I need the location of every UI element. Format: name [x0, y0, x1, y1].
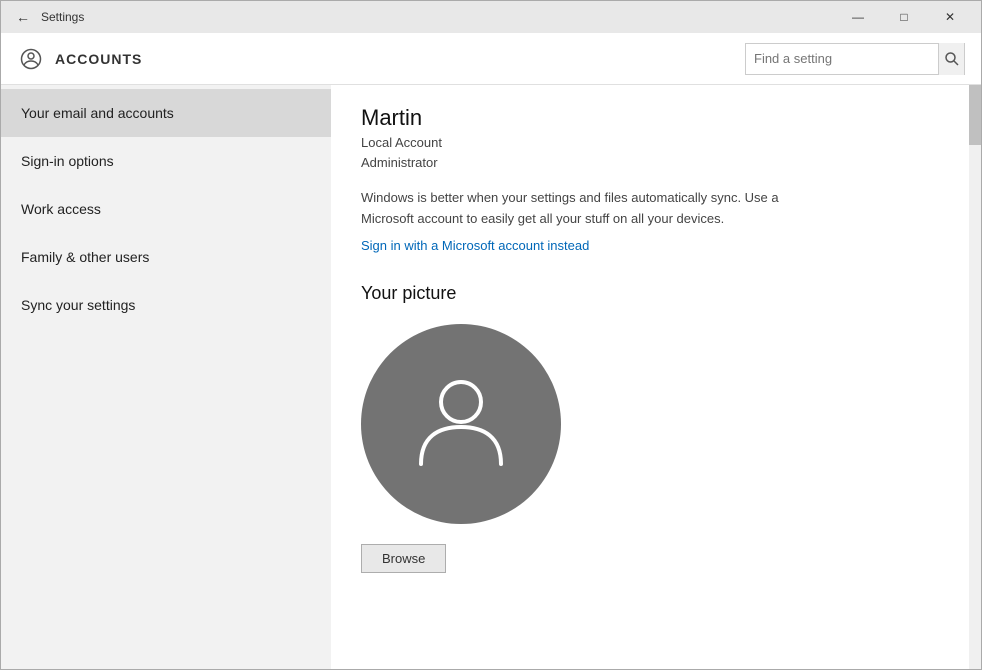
avatar	[361, 324, 561, 524]
window-title: Settings	[41, 10, 84, 24]
back-button[interactable]: ←	[9, 3, 37, 31]
settings-window: ← Settings — □ ✕ ACCOUNTS	[0, 0, 982, 670]
window-controls: — □ ✕	[835, 1, 973, 33]
sidebar-item-family-other-users[interactable]: Family & other users	[1, 233, 331, 281]
accounts-icon	[17, 45, 45, 73]
sidebar-item-email-accounts[interactable]: Your email and accounts	[1, 89, 331, 137]
sidebar: Your email and accounts Sign-in options …	[1, 85, 331, 669]
header-title: ACCOUNTS	[55, 51, 142, 67]
header-bar: ACCOUNTS	[1, 33, 981, 85]
maximize-button[interactable]: □	[881, 1, 927, 33]
scrollbar-track[interactable]	[969, 85, 981, 669]
browse-button[interactable]: Browse	[361, 544, 446, 573]
content-panel: Martin Local Account Administrator Windo…	[331, 85, 981, 669]
minimize-button[interactable]: —	[835, 1, 881, 33]
picture-section-title: Your picture	[361, 283, 951, 304]
user-name: Martin	[361, 105, 951, 131]
sync-message: Windows is better when your settings and…	[361, 188, 791, 230]
sidebar-item-sign-in-options[interactable]: Sign-in options	[1, 137, 331, 185]
scrollbar-thumb[interactable]	[969, 85, 981, 145]
search-box	[745, 43, 965, 75]
user-account-type: Local Account Administrator	[361, 133, 951, 172]
main-area: Your email and accounts Sign-in options …	[1, 85, 981, 669]
sign-in-link[interactable]: Sign in with a Microsoft account instead	[361, 238, 589, 253]
title-bar: ← Settings — □ ✕	[1, 1, 981, 33]
search-input[interactable]	[746, 51, 938, 66]
close-button[interactable]: ✕	[927, 1, 973, 33]
search-button[interactable]	[938, 43, 964, 75]
sidebar-item-work-access[interactable]: Work access	[1, 185, 331, 233]
sidebar-item-sync-settings[interactable]: Sync your settings	[1, 281, 331, 329]
